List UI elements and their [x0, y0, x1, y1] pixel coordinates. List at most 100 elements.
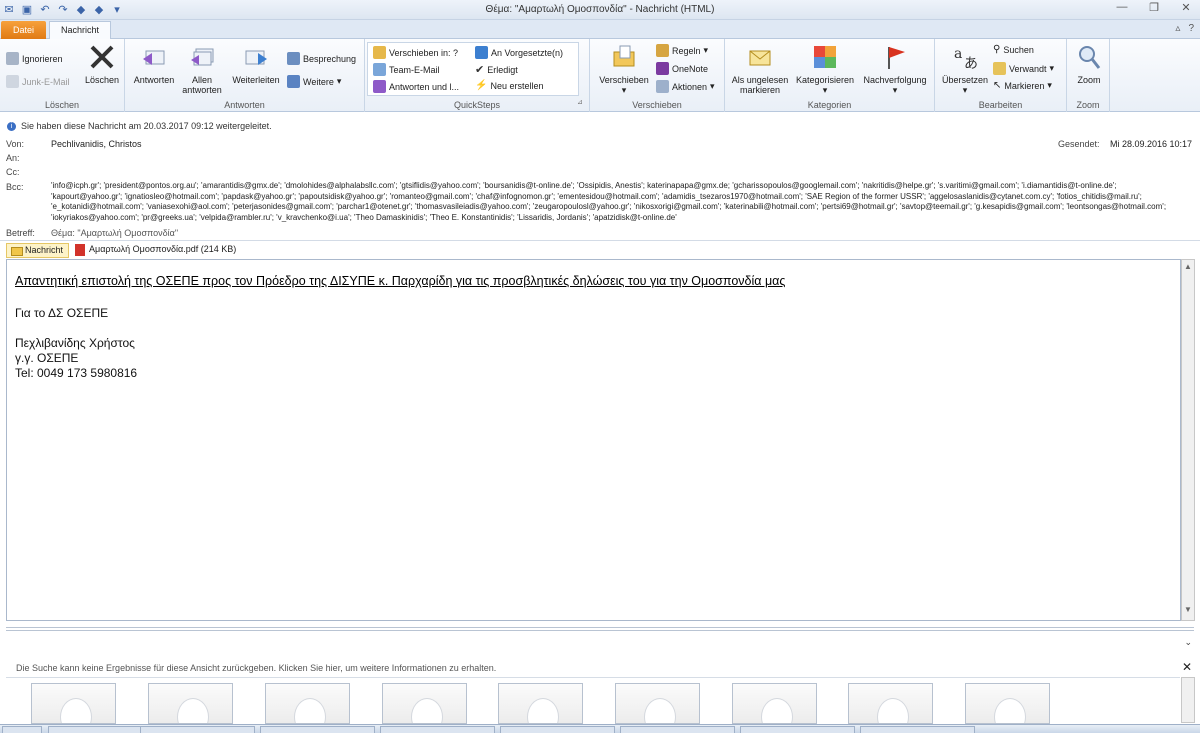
- taskbar-item[interactable]: [740, 726, 855, 733]
- minimize-ribbon-icon[interactable]: ▵: [1175, 23, 1180, 34]
- move-button[interactable]: Verschieben ▾: [594, 43, 654, 95]
- onenote-button[interactable]: OneNote: [656, 62, 708, 75]
- ignore-icon: [6, 52, 19, 65]
- actions-button[interactable]: Aktionen ▾: [656, 80, 715, 93]
- signature-phone: Tel: 0049 173 5980816: [15, 366, 138, 380]
- lightning-icon: ⚡: [475, 80, 488, 91]
- subject-label: Betreff:: [6, 228, 35, 238]
- avatar-icon[interactable]: [732, 683, 817, 724]
- message-tab[interactable]: Nachricht: [6, 243, 70, 258]
- subject-value: Θέμα: "Αμαρτωλή Ομοσπονδία": [51, 228, 179, 238]
- avatar-icon[interactable]: [848, 683, 933, 724]
- move-folder-icon: [613, 45, 635, 67]
- avatar-icon[interactable]: [31, 683, 116, 724]
- related-icon: [993, 62, 1006, 75]
- reply-button[interactable]: Antworten: [129, 43, 179, 85]
- follow-up-button[interactable]: Nachverfolgung ▾: [859, 43, 931, 95]
- avatar-icon[interactable]: [382, 683, 467, 724]
- from-value[interactable]: Pechlivanidis, Christos: [51, 139, 142, 149]
- checkmark-icon: ✔: [475, 64, 485, 76]
- categorize-button[interactable]: Kategorisieren ▾: [793, 43, 857, 95]
- sent-label: Gesendet:: [1058, 139, 1100, 149]
- people-pane-expand-icon[interactable]: ⌄: [1184, 637, 1192, 648]
- taskbar-item[interactable]: [500, 726, 615, 733]
- taskbar-item[interactable]: [860, 726, 975, 733]
- help-icon[interactable]: ?: [1188, 23, 1194, 34]
- avatar-icon[interactable]: [148, 683, 233, 724]
- people-pane-message[interactable]: Die Suche kann keine Ergebnisse für dies…: [16, 663, 496, 673]
- bcc-recipients[interactable]: 'info@icph.gr'; 'president@pontos.org.au…: [51, 181, 1181, 223]
- reply-all-button[interactable]: Allen antworten: [181, 43, 223, 95]
- flag-icon: [888, 47, 905, 69]
- quickstep-done[interactable]: ✔ Erledigt: [475, 63, 518, 76]
- binoculars-icon: ⚲: [993, 44, 1001, 55]
- group-quicksteps: Verschieben in: ? Team-E-Mail Antworten …: [365, 39, 590, 112]
- taskbar-item[interactable]: [260, 726, 375, 733]
- close-icon[interactable]: ✕: [1178, 1, 1194, 14]
- team-email-icon: [373, 63, 386, 76]
- reply-delete-icon: [373, 80, 386, 93]
- scroll-up-icon[interactable]: ▲: [1182, 262, 1194, 275]
- pdf-attachment[interactable]: Αμαρτωλή Ομοσπονδία.pdf (214 KB): [75, 243, 236, 258]
- forward-button[interactable]: Weiterleiten: [227, 43, 285, 85]
- info-icon: i: [7, 121, 16, 131]
- avatar-icon[interactable]: [498, 683, 583, 724]
- rules-button[interactable]: Regeln ▾: [656, 44, 708, 57]
- zoom-button[interactable]: Zoom: [1071, 43, 1107, 85]
- people-pane-scrollbar[interactable]: [1181, 677, 1195, 723]
- quickstep-move-to[interactable]: Verschieben in: ?: [373, 46, 458, 59]
- onenote-icon: [656, 62, 669, 75]
- taskbar-item[interactable]: [380, 726, 495, 733]
- avatar-icon[interactable]: [615, 683, 700, 724]
- attachment-bar: Nachricht Αμαρτωλή Ομοσπονδία.pdf (214 K…: [0, 240, 1200, 258]
- group-label-tags: Kategorien: [807, 100, 852, 110]
- taskbar: [0, 724, 1200, 733]
- body-scrollbar[interactable]: ▲ ▼: [1181, 259, 1195, 621]
- tab-file[interactable]: Datei: [1, 21, 46, 39]
- avatar-icon[interactable]: [965, 683, 1050, 724]
- scroll-down-icon[interactable]: ▼: [1182, 605, 1194, 618]
- start-button[interactable]: [2, 726, 42, 733]
- quickstep-team-email[interactable]: Team-E-Mail: [373, 63, 440, 76]
- group-tags: Als ungelesen markieren Kategorisieren ▾ …: [725, 39, 935, 112]
- avatar-icon[interactable]: [265, 683, 350, 724]
- junk-button[interactable]: Junk-E-Mail: [6, 75, 70, 88]
- taskbar-item[interactable]: [620, 726, 735, 733]
- select-button[interactable]: ↖ Markieren ▾: [993, 80, 1052, 91]
- dropdown-arrow-icon: ▾: [621, 85, 627, 95]
- minimize-icon[interactable]: —: [1114, 1, 1130, 14]
- ignore-button[interactable]: Ignorieren: [6, 52, 63, 65]
- ribbon: Ignorieren Junk-E-Mail Löschen Löschen A…: [0, 39, 1200, 112]
- junk-icon: [6, 75, 19, 88]
- people-pane-splitter[interactable]: [6, 627, 1194, 631]
- find-button[interactable]: ⚲ Suchen: [993, 44, 1034, 55]
- taskbar-item[interactable]: [140, 726, 255, 733]
- delete-button[interactable]: Löschen: [82, 43, 122, 85]
- message-body[interactable]: Απαντητική επιστολή της ΟΣΕΠΕ προς τον Π…: [6, 259, 1181, 621]
- window-title: Θέμα: "Αμαρτωλή Ομοσπονδία" - Nachricht …: [485, 4, 715, 15]
- quickstep-create-new[interactable]: ⚡ Neu erstellen: [475, 80, 543, 91]
- related-button[interactable]: Verwandt ▾: [993, 62, 1054, 75]
- categorize-icon: [814, 46, 836, 68]
- translate-button[interactable]: aあ Übersetzen ▾: [939, 43, 991, 95]
- delete-icon: [90, 45, 114, 69]
- more-respond-button[interactable]: Weitere ▾: [287, 75, 341, 88]
- forwarded-info-bar[interactable]: i Sie haben diese Nachricht am 20.03.201…: [7, 121, 272, 131]
- meeting-button[interactable]: Besprechung: [287, 52, 356, 65]
- translate-icon: aあ: [954, 46, 978, 71]
- body-heading: Απαντητική επιστολή της ΟΣΕΠΕ προς τον Π…: [15, 274, 786, 288]
- folder-move-icon: [373, 46, 386, 59]
- tab-message[interactable]: Nachricht: [49, 21, 111, 40]
- restore-icon[interactable]: ❐: [1146, 1, 1162, 14]
- people-pane-close-icon[interactable]: ✕: [1182, 660, 1192, 674]
- quickstep-to-manager[interactable]: An Vorgesetzte(n): [475, 46, 563, 59]
- mark-unread-button[interactable]: Als ungelesen markieren: [728, 43, 792, 95]
- magnifier-icon: [1079, 46, 1101, 69]
- quickstep-reply-delete[interactable]: Antworten und l...: [373, 80, 459, 93]
- reply-icon: [143, 50, 165, 65]
- people-pane-strip: [6, 677, 1180, 724]
- calendar-icon: [287, 52, 300, 65]
- to-manager-icon: [475, 46, 488, 59]
- more-icon: [287, 75, 300, 88]
- to-label: An:: [6, 153, 20, 163]
